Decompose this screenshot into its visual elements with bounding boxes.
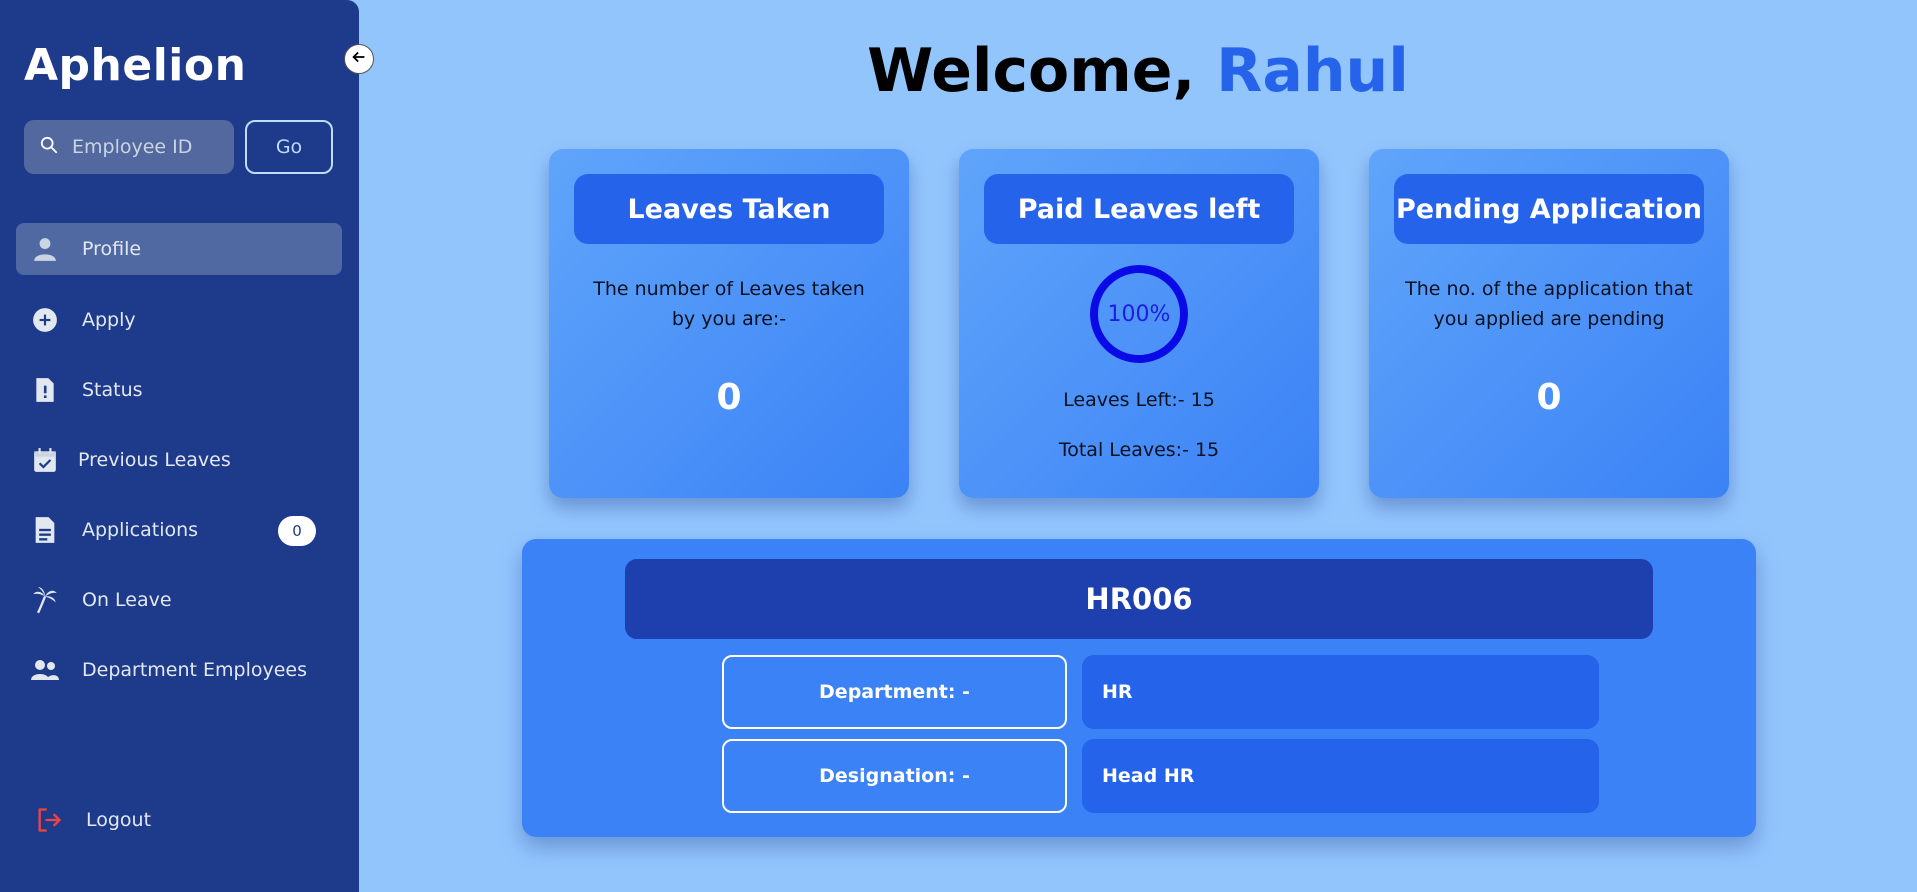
- people-icon: [28, 653, 62, 687]
- department-value: HR: [1082, 655, 1599, 729]
- sidebar-item-status[interactable]: Status: [16, 364, 342, 416]
- sidebar: Aphelion Go Profile Apply Status Previou…: [0, 0, 359, 892]
- logout-label: Logout: [86, 809, 152, 831]
- card-title: Leaves Taken: [574, 174, 884, 244]
- palm-tree-icon: [28, 583, 62, 617]
- sidebar-item-label: Department Employees: [82, 659, 308, 681]
- logout-button[interactable]: Logout: [16, 794, 342, 846]
- sidebar-item-department-employees[interactable]: Department Employees: [16, 644, 342, 696]
- sidebar-item-label: Applications: [82, 519, 199, 541]
- employee-id-input[interactable]: [72, 136, 222, 158]
- sidebar-item-label: Profile: [82, 238, 142, 260]
- arrow-left-icon: [350, 48, 368, 70]
- employee-profile-panel: HR006 Department: - HR Designation: - He…: [522, 539, 1756, 837]
- person-icon: [28, 232, 62, 266]
- sidebar-item-label: Apply: [82, 309, 136, 331]
- card-description: The number of Leaves taken by you are:-: [593, 278, 865, 330]
- go-button[interactable]: Go: [245, 120, 333, 174]
- applications-count-badge: 0: [278, 516, 316, 546]
- paid-leaves-card: Paid Leaves left 100% Leaves Left:- 15 T…: [959, 149, 1319, 498]
- sidebar-item-apply[interactable]: Apply: [16, 294, 342, 346]
- total-leaves-text: Total Leaves:- 15: [1058, 439, 1220, 461]
- leaves-taken-card: Leaves Taken The number of Leaves taken …: [549, 149, 909, 498]
- sidebar-item-label: Previous Leaves: [78, 449, 231, 471]
- document-icon: [28, 513, 62, 547]
- brand-logo: Aphelion: [24, 40, 247, 91]
- search-box: [24, 120, 234, 174]
- calendar-check-icon: [28, 443, 62, 477]
- leaves-taken-count: 0: [716, 377, 742, 418]
- progress-percent: 100%: [1107, 301, 1171, 327]
- sidebar-item-label: On Leave: [82, 589, 172, 611]
- designation-value: Head HR: [1082, 739, 1599, 813]
- plus-circle-icon: [28, 303, 62, 337]
- sidebar-item-previous-leaves[interactable]: Previous Leaves: [16, 434, 342, 486]
- employee-id: HR006: [625, 559, 1653, 639]
- collapse-sidebar-button[interactable]: [344, 44, 374, 74]
- card-title: Pending Application: [1394, 174, 1704, 244]
- sidebar-item-on-leave[interactable]: On Leave: [16, 574, 342, 626]
- pending-application-card: Pending Application The no. of the appli…: [1369, 149, 1729, 498]
- welcome-text: Welcome,: [867, 36, 1217, 106]
- search-icon: [40, 136, 58, 158]
- logout-icon: [32, 803, 66, 837]
- sidebar-item-profile[interactable]: Profile: [16, 223, 342, 275]
- designation-label: Designation: -: [722, 739, 1067, 813]
- leaves-left-text: Leaves Left:- 15: [1063, 389, 1215, 411]
- department-label: Department: -: [722, 655, 1067, 729]
- user-name: Rahul: [1216, 36, 1409, 106]
- card-title: Paid Leaves left: [984, 174, 1294, 244]
- progress-ring: 100%: [1088, 263, 1190, 365]
- file-alert-icon: [28, 373, 62, 407]
- sidebar-item-applications[interactable]: Applications 0: [16, 504, 342, 556]
- sidebar-item-label: Status: [82, 379, 143, 401]
- pending-count: 0: [1536, 377, 1562, 418]
- page-title: Welcome, Rahul: [359, 36, 1917, 106]
- card-description: The no. of the application that you appl…: [1405, 278, 1693, 330]
